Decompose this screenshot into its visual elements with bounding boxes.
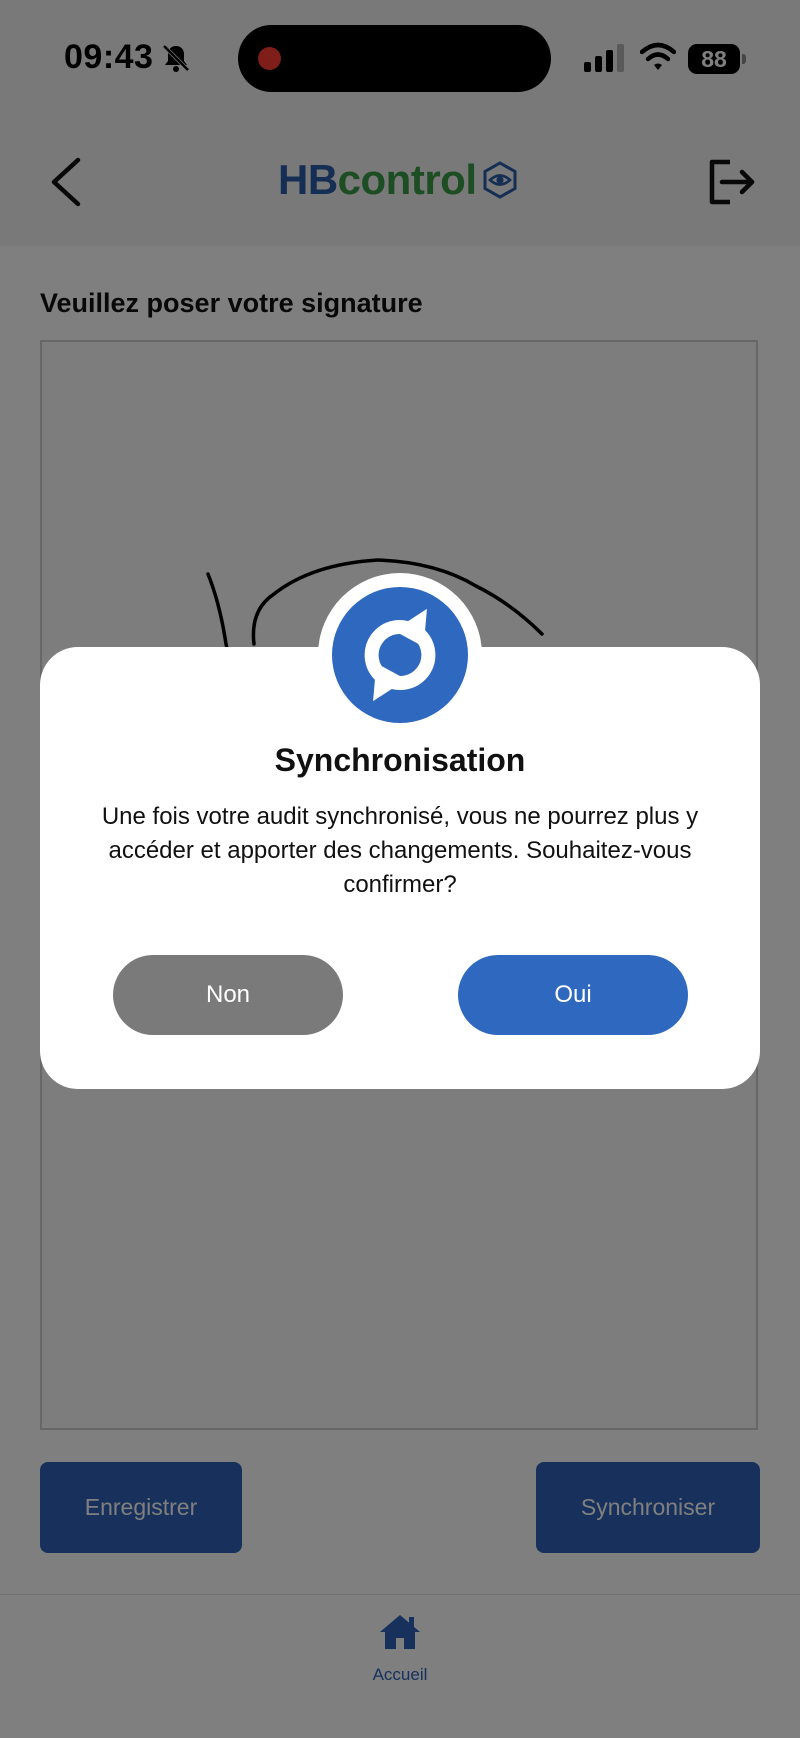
sync-icon [364,608,436,702]
cancel-button[interactable]: Non [113,955,343,1035]
confirm-button[interactable]: Oui [458,955,688,1035]
dialog-message: Une fois votre audit synchronisé, vous n… [101,803,699,898]
dialog-title: Synchronisation [274,742,526,778]
dialog-icon-badge [318,573,482,737]
